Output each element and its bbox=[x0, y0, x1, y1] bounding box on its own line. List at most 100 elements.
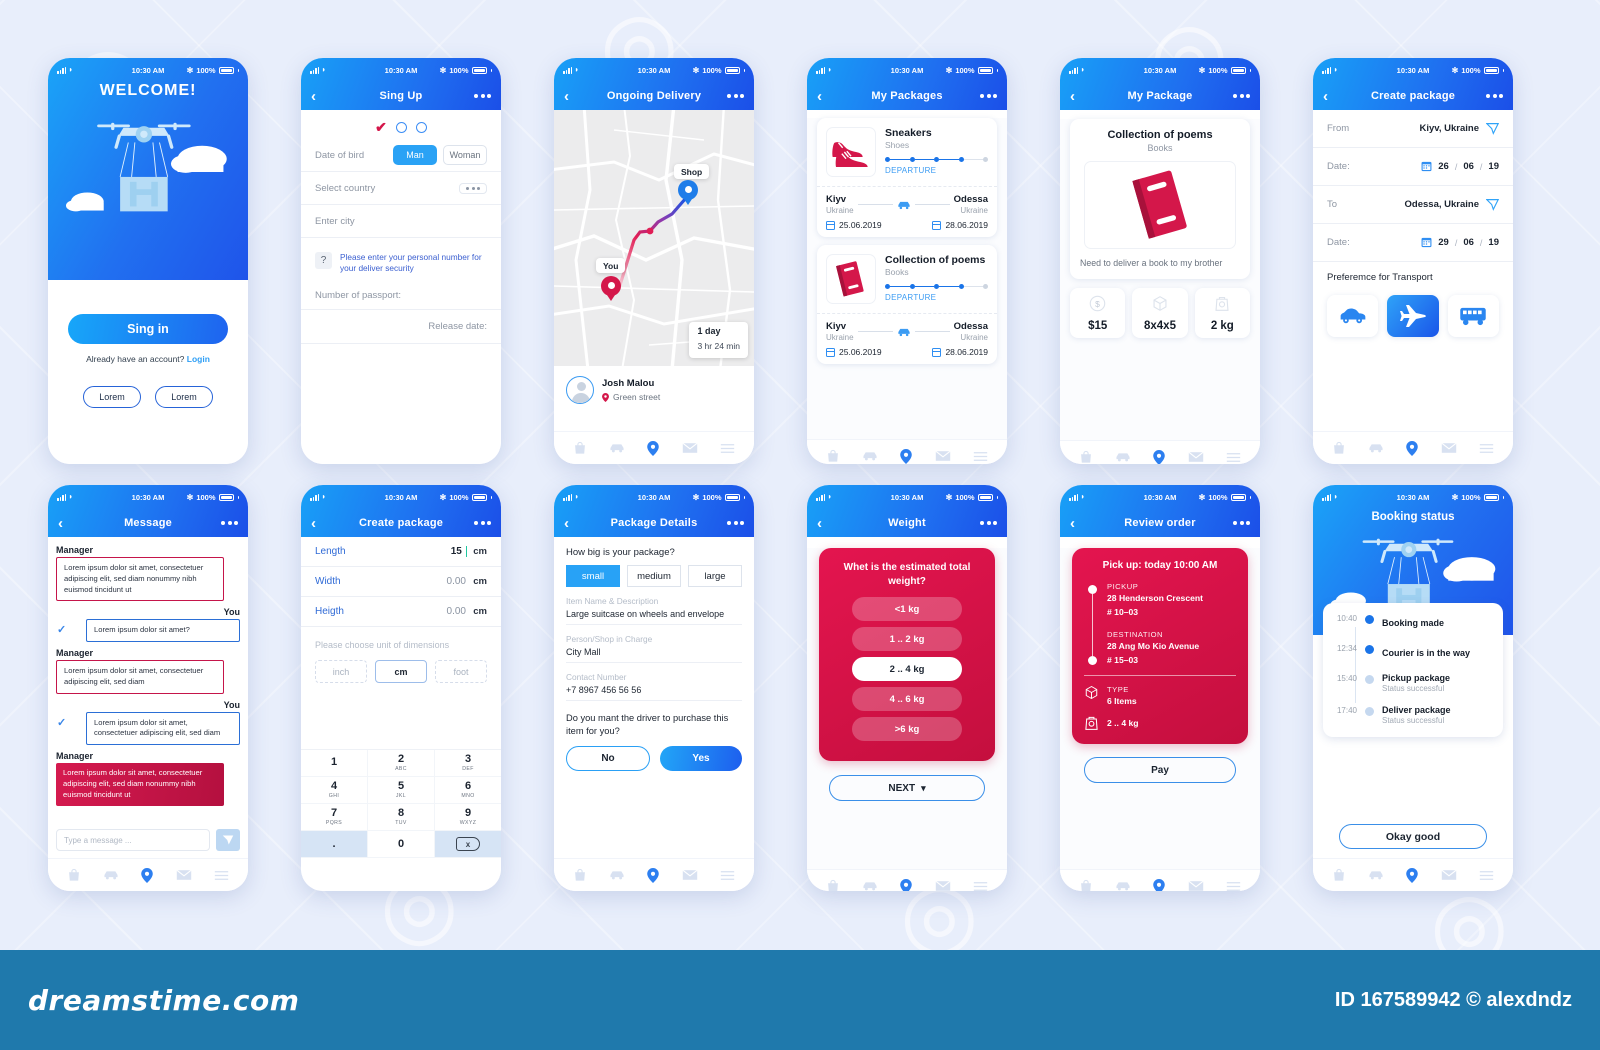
mail-icon[interactable] bbox=[935, 880, 951, 891]
calendar-icon[interactable] bbox=[1421, 161, 1432, 172]
more-options-icon[interactable] bbox=[1486, 94, 1503, 98]
more-options-icon[interactable] bbox=[980, 94, 997, 98]
bag-icon[interactable] bbox=[826, 449, 840, 463]
mail-icon[interactable] bbox=[1441, 869, 1457, 881]
location-pin-icon[interactable] bbox=[647, 440, 660, 456]
row-passport[interactable]: Number of passport: bbox=[301, 282, 501, 311]
date2-month[interactable]: 06 bbox=[1463, 237, 1474, 248]
mail-icon[interactable] bbox=[682, 442, 698, 454]
menu-icon[interactable] bbox=[1226, 452, 1241, 463]
item-value[interactable]: Large suitcase on wheels and envelope bbox=[566, 609, 742, 625]
gender-woman-button[interactable]: Woman bbox=[443, 145, 487, 165]
package-card[interactable]: Sneakers Shoes DEPARTURE Kiyv Ukraine Od… bbox=[817, 118, 997, 237]
mail-icon[interactable] bbox=[1188, 451, 1204, 463]
row-release-date[interactable]: Release date: bbox=[301, 310, 501, 345]
width-value[interactable]: 0.00 bbox=[447, 576, 466, 587]
date1-month[interactable]: 06 bbox=[1463, 161, 1474, 172]
row-height[interactable]: Heigth 0.00 cm bbox=[301, 597, 501, 627]
bag-icon[interactable] bbox=[1332, 868, 1346, 882]
unit-cm-button[interactable]: cm bbox=[375, 660, 427, 683]
car-icon[interactable] bbox=[862, 879, 878, 891]
more-options-icon[interactable] bbox=[1233, 521, 1250, 525]
date1-day[interactable]: 26 bbox=[1438, 161, 1449, 172]
purchase-yes-button[interactable]: Yes bbox=[660, 746, 742, 772]
enter-city-input[interactable]: Enter city bbox=[315, 216, 355, 227]
more-options-icon[interactable] bbox=[221, 521, 238, 525]
mail-icon[interactable] bbox=[935, 450, 951, 462]
bag-icon[interactable] bbox=[1332, 441, 1346, 455]
menu-icon[interactable] bbox=[1479, 870, 1494, 881]
more-options-icon[interactable] bbox=[980, 521, 997, 525]
row-date-2[interactable]: Date: 29 / 06 / 19 bbox=[1313, 224, 1513, 262]
login-link[interactable]: Login bbox=[187, 354, 210, 364]
driver-card[interactable]: Josh Malou Green street bbox=[554, 366, 754, 414]
date2-day[interactable]: 29 bbox=[1438, 237, 1449, 248]
date2-year[interactable]: 19 bbox=[1488, 237, 1499, 248]
unit-inch-button[interactable]: inch bbox=[315, 660, 367, 683]
country-dropdown-icon[interactable] bbox=[459, 182, 487, 194]
mail-icon[interactable] bbox=[682, 869, 698, 881]
message-input[interactable]: Type a message ... bbox=[56, 829, 210, 851]
okay-good-button[interactable]: Okay good bbox=[1339, 824, 1487, 849]
lorem-button-1[interactable]: Lorem bbox=[83, 386, 141, 408]
key-dot[interactable]: . bbox=[301, 831, 368, 858]
field-item[interactable]: Item Name & Description Large suitcase o… bbox=[554, 587, 754, 625]
person-value[interactable]: City Mall bbox=[566, 647, 742, 663]
row-to[interactable]: To Odessa, Ukraine bbox=[1313, 186, 1513, 224]
transport-bus-button[interactable] bbox=[1447, 295, 1499, 337]
send-icon[interactable] bbox=[1486, 122, 1499, 135]
car-icon[interactable] bbox=[862, 449, 878, 463]
bag-icon[interactable] bbox=[67, 868, 81, 882]
weight-option-1[interactable]: 1 .. 2 kg bbox=[852, 627, 962, 651]
car-icon[interactable] bbox=[1115, 450, 1131, 464]
row-enter-city[interactable]: Enter city bbox=[301, 205, 501, 238]
purchase-no-button[interactable]: No bbox=[566, 746, 650, 772]
more-options-icon[interactable] bbox=[474, 521, 491, 525]
date1-year[interactable]: 19 bbox=[1488, 161, 1499, 172]
car-icon[interactable] bbox=[1368, 441, 1384, 455]
key-6[interactable]: 6 MNO bbox=[435, 777, 501, 804]
menu-icon[interactable] bbox=[214, 870, 229, 881]
weight-option-2[interactable]: 2 .. 4 kg bbox=[852, 657, 962, 681]
row-select-country[interactable]: Select country bbox=[301, 172, 501, 205]
mail-icon[interactable] bbox=[1188, 880, 1204, 891]
key-8[interactable]: 8 TUV bbox=[368, 804, 435, 831]
bag-icon[interactable] bbox=[1079, 879, 1093, 891]
key-3[interactable]: 3 DEF bbox=[435, 750, 501, 777]
height-value[interactable]: 0.00 bbox=[447, 606, 466, 617]
bag-icon[interactable] bbox=[573, 441, 587, 455]
row-width[interactable]: Width 0.00 cm bbox=[301, 567, 501, 597]
key-5[interactable]: 5 JKL bbox=[368, 777, 435, 804]
car-icon[interactable] bbox=[1368, 868, 1384, 882]
menu-icon[interactable] bbox=[720, 443, 735, 454]
gender-man-button[interactable]: Man bbox=[393, 145, 437, 165]
send-icon[interactable] bbox=[1486, 198, 1499, 211]
menu-icon[interactable] bbox=[973, 881, 988, 892]
menu-icon[interactable] bbox=[1226, 881, 1241, 892]
menu-icon[interactable] bbox=[1479, 443, 1494, 454]
car-icon[interactable] bbox=[103, 868, 119, 882]
row-date-1[interactable]: Date: 26 / 06 / 19 bbox=[1313, 148, 1513, 186]
key-0[interactable]: 0 bbox=[368, 831, 435, 858]
pay-button[interactable]: Pay bbox=[1084, 757, 1236, 783]
menu-icon[interactable] bbox=[973, 451, 988, 462]
car-icon[interactable] bbox=[609, 441, 625, 455]
car-icon[interactable] bbox=[609, 868, 625, 882]
weight-option-3[interactable]: 4 .. 6 kg bbox=[852, 687, 962, 711]
send-button[interactable] bbox=[216, 829, 240, 851]
more-options-icon[interactable] bbox=[474, 94, 491, 98]
key-delete[interactable]: x bbox=[435, 831, 501, 858]
field-person[interactable]: Person/Shop in Charge City Mall bbox=[554, 625, 754, 663]
calendar-icon[interactable] bbox=[1421, 237, 1432, 248]
menu-icon[interactable] bbox=[720, 870, 735, 881]
location-pin-icon[interactable] bbox=[141, 867, 154, 883]
sign-in-button[interactable]: Sing in bbox=[68, 314, 228, 344]
contact-value[interactable]: +7 8967 456 56 56 bbox=[566, 685, 742, 701]
location-pin-icon[interactable] bbox=[1406, 867, 1419, 883]
mail-icon[interactable] bbox=[1441, 442, 1457, 454]
location-pin-icon[interactable] bbox=[1153, 449, 1166, 465]
step-dot[interactable] bbox=[395, 122, 407, 133]
delivery-map[interactable]: Shop You 1 day 3 hr 24 min bbox=[554, 110, 754, 366]
more-options-icon[interactable] bbox=[727, 94, 744, 98]
step-dot[interactable] bbox=[415, 122, 427, 133]
